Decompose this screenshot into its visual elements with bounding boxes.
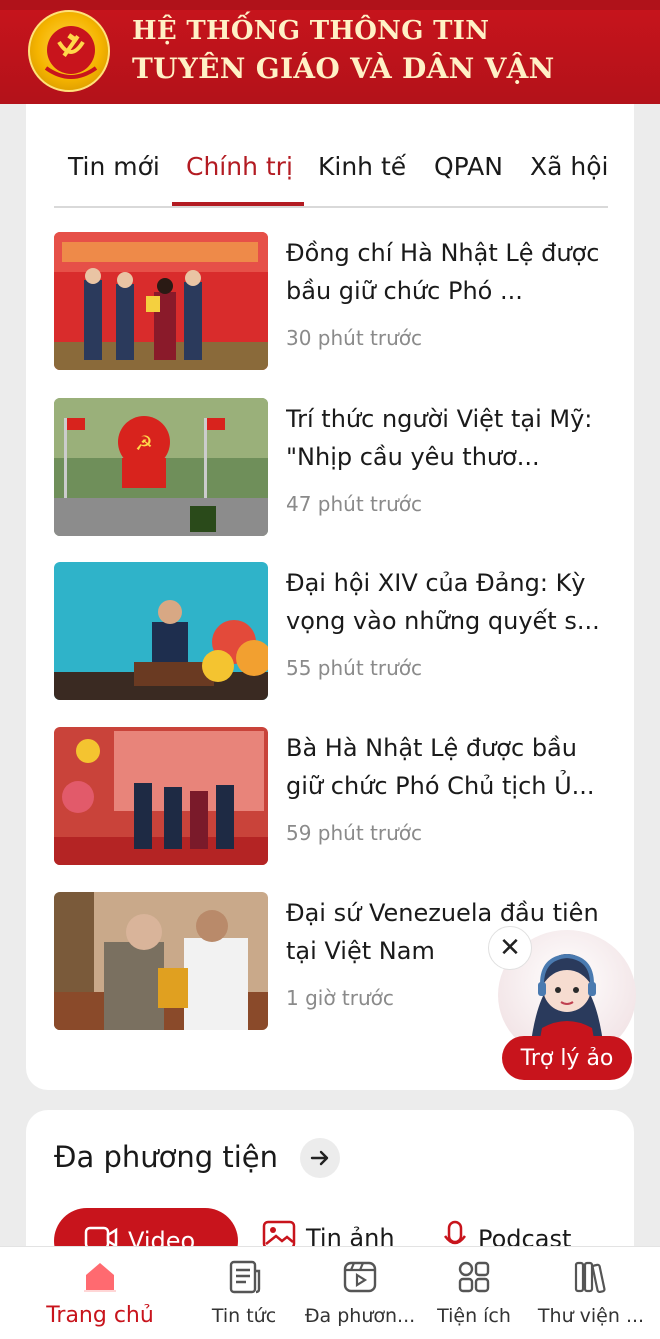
nav-label: Tin tức — [211, 1305, 277, 1327]
arrow-right-icon[interactable] — [300, 1138, 340, 1178]
nav-trang-chu[interactable]: Trang chủ — [30, 1247, 170, 1339]
tab-xa-hoi[interactable]: Xã hội — [530, 152, 608, 181]
nav-da-phuong-tien[interactable]: Đa phươn... — [300, 1247, 420, 1339]
header-title-line1: HỆ THỐNG THÔNG TIN — [132, 16, 490, 46]
status-bar — [0, 0, 660, 10]
app-header: HỆ THỐNG THÔNG TIN TUYÊN GIÁO VÀ DÂN VẬN — [0, 0, 660, 104]
section-title: Đa phương tiện — [54, 1140, 279, 1174]
article-item[interactable]: Bà Hà Nhật Lệ được bầu giữ chức Phó Chủ … — [54, 727, 610, 865]
svg-text:☭: ☭ — [135, 431, 153, 455]
media-icon — [343, 1261, 377, 1293]
tab-chinh-tri[interactable]: Chính trị — [186, 152, 293, 181]
article-thumbnail[interactable]: ☭ — [54, 398, 268, 536]
article-title[interactable]: Trí thức người Việt tại Mỹ: "Nhịp cầu yê… — [286, 400, 616, 476]
tab-kinh-te[interactable]: Kinh tế — [318, 152, 406, 181]
nav-tien-ich[interactable]: Tiện ích — [430, 1247, 518, 1339]
tab-tin-moi[interactable]: Tin mới — [68, 152, 160, 181]
article-thumbnail[interactable] — [54, 727, 268, 865]
article-time: 55 phút trước — [286, 656, 423, 680]
nav-label: Thư viện ... — [537, 1305, 645, 1327]
article-thumbnail[interactable] — [54, 892, 268, 1030]
article-item[interactable]: Đồng chí Hà Nhật Lệ được bầu giữ chức Ph… — [54, 232, 610, 370]
article-time: 59 phút trước — [286, 821, 423, 845]
nav-label: Tiện ích — [437, 1305, 511, 1327]
assistant-button[interactable]: Trợ lý ảo — [502, 1036, 632, 1080]
article-thumbnail[interactable] — [54, 562, 268, 700]
article-item[interactable]: Đại hội XIV của Đảng: Kỳ vọng vào những … — [54, 562, 610, 700]
tab-qpan[interactable]: QPAN — [434, 152, 503, 181]
article-title[interactable]: Đồng chí Hà Nhật Lệ được bầu giữ chức Ph… — [286, 234, 616, 310]
article-item[interactable]: ☭ Trí thức người Việt tại Mỹ: "Nhịp cầu … — [54, 398, 610, 536]
home-icon — [84, 1263, 116, 1292]
news-icon — [229, 1260, 261, 1294]
virtual-assistant-widget[interactable]: Trợ lý ảo ✕ — [488, 926, 636, 1080]
close-icon[interactable]: ✕ — [488, 926, 532, 970]
nav-thu-vien[interactable]: Thư viện ... — [530, 1247, 652, 1339]
article-title[interactable]: Bà Hà Nhật Lệ được bầu giữ chức Phó Chủ … — [286, 729, 616, 805]
nav-label: Đa phươn... — [304, 1305, 416, 1327]
party-emblem-icon — [28, 10, 110, 92]
header-title-line2: TUYÊN GIÁO VÀ DÂN VẬN — [132, 52, 555, 85]
library-icon — [574, 1261, 606, 1294]
bottom-navigation: Trang chủ Tin tức Đa phươn... Tiện ích T… — [0, 1246, 660, 1339]
article-time: 1 giờ trước — [286, 986, 394, 1010]
nav-tin-tuc[interactable]: Tin tức — [200, 1247, 288, 1339]
active-tab-indicator — [172, 202, 304, 206]
article-title[interactable]: Đại hội XIV của Đảng: Kỳ vọng vào những … — [286, 564, 616, 640]
nav-label: Trang chủ — [46, 1303, 154, 1328]
news-category-tabs: Tin mới Chính trị Kinh tế QPAN Xã hội — [54, 146, 608, 208]
article-time: 30 phút trước — [286, 326, 423, 350]
article-thumbnail[interactable] — [54, 232, 268, 370]
article-time: 47 phút trước — [286, 492, 423, 516]
apps-icon — [458, 1261, 490, 1293]
